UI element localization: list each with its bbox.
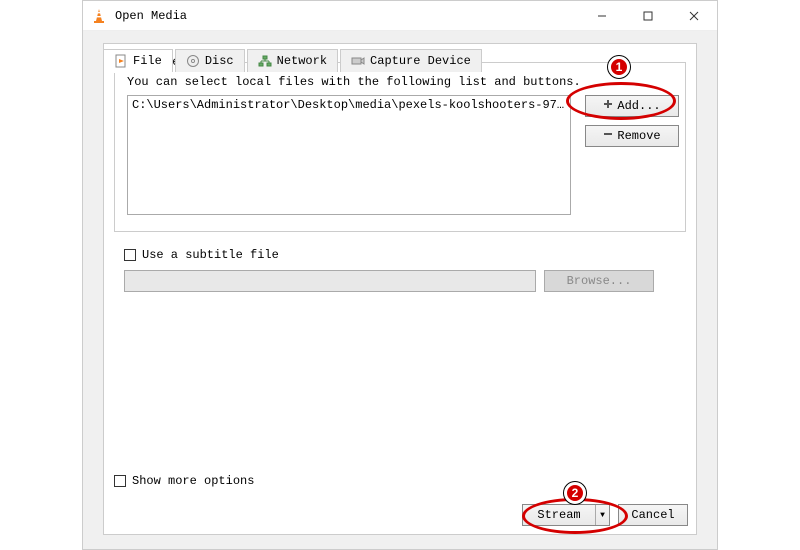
file-list[interactable]: C:\Users\Administrator\Desktop\media\pex…: [127, 95, 571, 215]
browse-button-label: Browse...: [567, 274, 632, 288]
vlc-cone-icon: [91, 8, 107, 24]
disc-icon: [186, 54, 200, 68]
more-options-label: Show more options: [132, 474, 254, 488]
subtitle-checkbox-row[interactable]: Use a subtitle file: [124, 248, 279, 262]
checkbox-icon[interactable]: [114, 475, 126, 487]
minus-icon: [603, 129, 613, 143]
maximize-button[interactable]: [625, 1, 671, 31]
file-row[interactable]: C:\Users\Administrator\Desktop\media\pex…: [128, 96, 570, 114]
tab-strip: File Disc Network Capture Device: [103, 49, 717, 72]
remove-button[interactable]: Remove: [585, 125, 679, 147]
remove-button-label: Remove: [617, 129, 660, 143]
window-title: Open Media: [115, 9, 579, 23]
open-media-window: Open Media File Disc Network: [82, 0, 718, 550]
stream-button[interactable]: Stream ▼: [522, 504, 610, 526]
annotation-badge-2: 2: [564, 482, 586, 504]
network-icon: [258, 54, 272, 68]
tab-label: File: [133, 54, 162, 68]
tab-disc[interactable]: Disc: [175, 49, 245, 72]
tab-label: Disc: [205, 54, 234, 68]
tab-network[interactable]: Network: [247, 49, 338, 72]
browse-button: Browse...: [544, 270, 654, 292]
file-selection-group: File Selection You can select local file…: [114, 62, 686, 232]
tab-label: Capture Device: [370, 54, 471, 68]
checkbox-icon[interactable]: [124, 249, 136, 261]
add-button[interactable]: Add...: [585, 95, 679, 117]
tab-label: Network: [277, 54, 327, 68]
file-icon: [114, 54, 128, 68]
tab-capture-device[interactable]: Capture Device: [340, 49, 482, 72]
cancel-button[interactable]: Cancel: [618, 504, 688, 526]
subtitle-path-input: [124, 270, 536, 292]
titlebar: Open Media: [83, 1, 717, 31]
subtitle-checkbox-label: Use a subtitle file: [142, 248, 279, 262]
tab-content: File Selection You can select local file…: [103, 43, 697, 535]
capture-device-icon: [351, 54, 365, 68]
more-options-checkbox-row[interactable]: Show more options: [114, 474, 254, 488]
plus-icon: [603, 99, 613, 113]
cancel-button-label: Cancel: [631, 508, 674, 522]
minimize-button[interactable]: [579, 1, 625, 31]
tab-file[interactable]: File: [103, 49, 173, 72]
file-selection-help: You can select local files with the foll…: [127, 75, 581, 89]
stream-dropdown-arrow-icon[interactable]: ▼: [595, 505, 609, 525]
stream-button-label: Stream: [523, 508, 595, 522]
close-button[interactable]: [671, 1, 717, 31]
add-button-label: Add...: [617, 99, 660, 113]
